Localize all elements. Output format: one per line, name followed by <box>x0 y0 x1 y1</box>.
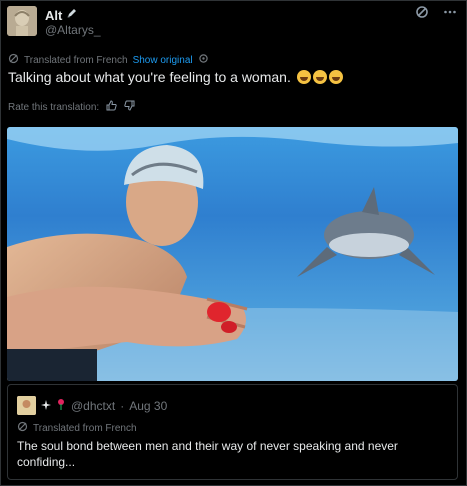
grok-icon[interactable] <box>415 5 429 23</box>
dot-separator: · <box>120 398 125 413</box>
pencil-icon <box>66 6 78 24</box>
author-avatar[interactable] <box>7 6 37 36</box>
quoted-translation-label: Translated from French <box>33 422 137 434</box>
thumbs-up-icon[interactable] <box>106 100 117 114</box>
thumbs-down-icon[interactable] <box>124 100 135 114</box>
translate-icon <box>8 53 19 67</box>
tweet-text: Talking about what you're feeling to a w… <box>8 69 291 85</box>
laughing-emoji-icon <box>312 70 327 84</box>
gear-icon[interactable] <box>198 53 209 67</box>
author-handle[interactable]: @Altarys_ <box>45 23 101 37</box>
quoted-text: The soul bond between men and their way … <box>17 439 398 469</box>
translation-label: Translated from French <box>24 54 128 66</box>
rate-translation-label: Rate this translation: <box>8 101 100 113</box>
more-icon[interactable] <box>443 5 457 23</box>
sparkle-icon <box>41 399 51 413</box>
quoted-author-avatar[interactable] <box>17 396 36 415</box>
rose-icon <box>56 398 66 413</box>
laughing-emoji-icon <box>328 70 343 84</box>
tweet-media-image[interactable] <box>7 127 458 381</box>
author-name[interactable]: Alt <box>45 8 62 23</box>
laughing-emoji-icon <box>296 70 311 84</box>
quoted-handle[interactable]: @dhctxt <box>71 399 115 413</box>
quoted-date[interactable]: Aug 30 <box>129 399 167 413</box>
show-original-link[interactable]: Show original <box>133 55 193 66</box>
quoted-tweet[interactable]: @dhctxt · Aug 30 Translated from French … <box>7 384 458 480</box>
translate-icon <box>17 421 28 435</box>
tweet-text-row: Talking about what you're feeling to a w… <box>8 69 343 85</box>
